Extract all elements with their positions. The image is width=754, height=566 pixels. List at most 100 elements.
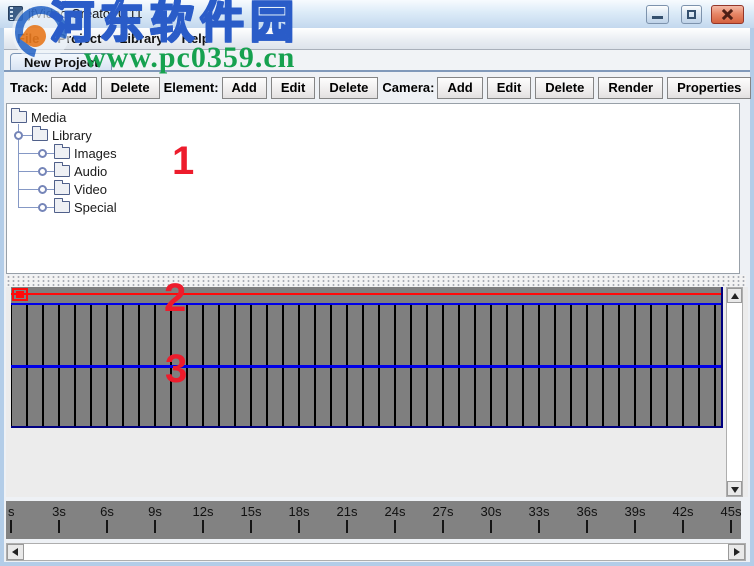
ruler-tick <box>682 520 684 533</box>
element-add-button[interactable]: Add <box>222 77 267 99</box>
ruler-tick <box>538 520 540 533</box>
ruler-label: 24s <box>385 504 406 519</box>
ruler-label: 21s <box>337 504 358 519</box>
ruler-label: 36s <box>577 504 598 519</box>
menu-bar: File Project Library Help <box>4 28 750 50</box>
maximize-button[interactable] <box>681 5 702 24</box>
ruler-tick <box>10 520 12 533</box>
tree-expanded-handle-icon[interactable] <box>14 131 23 140</box>
folder-icon <box>54 201 70 213</box>
split-divider[interactable] <box>6 275 746 287</box>
ruler-label: 9s <box>148 504 162 519</box>
ruler-tick <box>394 520 396 533</box>
ruler-tick <box>490 520 492 533</box>
ruler-tick <box>58 520 60 533</box>
close-icon <box>721 9 734 20</box>
ruler-label: 39s <box>625 504 646 519</box>
media-tree-panel: Media Library Images <box>6 103 740 274</box>
app-window: jfVideo Creator/0.11 File Project Librar… <box>0 0 754 566</box>
tree-collapsed-handle-icon[interactable] <box>38 185 47 194</box>
ruler-tick <box>730 520 732 533</box>
client-area: File Project Library Help New Project Tr… <box>4 28 750 562</box>
close-button[interactable] <box>711 5 744 24</box>
ruler-tick <box>586 520 588 533</box>
menu-library[interactable]: Library <box>110 29 172 48</box>
folder-icon <box>11 111 27 123</box>
tree-collapsed-handle-icon[interactable] <box>38 167 47 176</box>
element-edit-button[interactable]: Edit <box>271 77 316 99</box>
time-ruler: s 3s 6s 9s 12s 15s 18s 21s 24s 27s 30s 33s 36s 39s 42s… <box>6 501 741 539</box>
annotation-1: 1 <box>172 141 194 181</box>
timeline-viewport <box>6 287 748 497</box>
folder-icon <box>54 183 70 195</box>
track-delete-button[interactable]: Delete <box>101 77 160 99</box>
menu-project[interactable]: Project <box>48 29 110 48</box>
track-1-frames[interactable] <box>11 305 721 365</box>
ruler-label: 6s <box>100 504 114 519</box>
camera-delete-button[interactable]: Delete <box>535 77 594 99</box>
folder-icon <box>54 165 70 177</box>
minimize-button[interactable] <box>646 5 669 24</box>
menu-help[interactable]: Help <box>173 29 219 48</box>
tree-collapsed-handle-icon[interactable] <box>38 203 47 212</box>
ruler-tick <box>298 520 300 533</box>
ruler-label: 33s <box>529 504 550 519</box>
ruler-label: 18s <box>289 504 310 519</box>
title-bar: jfVideo Creator/0.11 <box>0 0 754 28</box>
timeline-canvas[interactable] <box>11 287 723 428</box>
vertical-scrollbar[interactable] <box>726 287 743 497</box>
camera-add-button[interactable]: Add <box>437 77 482 99</box>
tree-item-media[interactable]: Media <box>7 108 739 126</box>
timeline-header-track[interactable] <box>11 287 721 303</box>
folder-icon <box>32 129 48 141</box>
tree-item-audio[interactable]: Audio <box>7 162 739 180</box>
ruler-label: 42s <box>673 504 694 519</box>
annotation-3: 3 <box>165 349 187 389</box>
camera-group-label: Camera: <box>382 80 434 95</box>
ruler-label: 27s <box>433 504 454 519</box>
playhead-line <box>11 293 721 295</box>
ruler-tick <box>346 520 348 533</box>
ruler-label: 12s <box>193 504 214 519</box>
scroll-down-button[interactable] <box>727 481 742 496</box>
window-title: jfVideo Creator/0.11 <box>28 6 142 21</box>
tree-item-special[interactable]: Special <box>7 198 739 216</box>
tree-item-images[interactable]: Images <box>7 144 739 162</box>
tree-collapsed-handle-icon[interactable] <box>38 149 47 158</box>
track-2-frames[interactable] <box>11 368 721 426</box>
ruler-label: s <box>8 504 15 519</box>
scroll-right-button[interactable] <box>728 544 745 560</box>
minimize-icon <box>652 16 663 19</box>
render-button[interactable]: Render <box>598 77 663 99</box>
playhead-marker[interactable] <box>12 288 28 301</box>
ruler-tick <box>202 520 204 533</box>
ruler-label: 3s <box>52 504 66 519</box>
element-group-label: Element: <box>164 80 219 95</box>
ruler-tick <box>106 520 108 533</box>
ruler-label: 30s <box>481 504 502 519</box>
ruler-label: 15s <box>241 504 262 519</box>
camera-edit-button[interactable]: Edit <box>487 77 532 99</box>
app-film-icon <box>8 6 23 21</box>
arrow-right-icon <box>734 548 740 556</box>
ruler-tick <box>634 520 636 533</box>
track-add-button[interactable]: Add <box>51 77 96 99</box>
ruler-tick <box>442 520 444 533</box>
ruler-label: 45s <box>721 504 742 519</box>
annotation-2: 2 <box>164 278 186 318</box>
tree-item-video[interactable]: Video <box>7 180 739 198</box>
scroll-up-button[interactable] <box>727 288 742 303</box>
tab-new-project[interactable]: New Project <box>10 53 112 71</box>
toolbar: Track: Add Delete Element: Add Edit Dele… <box>4 72 750 103</box>
properties-button[interactable]: Properties <box>667 77 751 99</box>
scroll-left-button[interactable] <box>7 544 24 560</box>
playhead-marker-fill <box>16 291 24 298</box>
tree-item-library[interactable]: Library <box>7 126 739 144</box>
folder-icon <box>54 147 70 159</box>
menu-file[interactable]: File <box>8 29 48 48</box>
arrow-down-icon <box>731 487 739 493</box>
horizontal-scrollbar[interactable] <box>6 543 746 561</box>
maximize-icon <box>687 10 696 19</box>
element-delete-button[interactable]: Delete <box>319 77 378 99</box>
ruler-tick <box>250 520 252 533</box>
